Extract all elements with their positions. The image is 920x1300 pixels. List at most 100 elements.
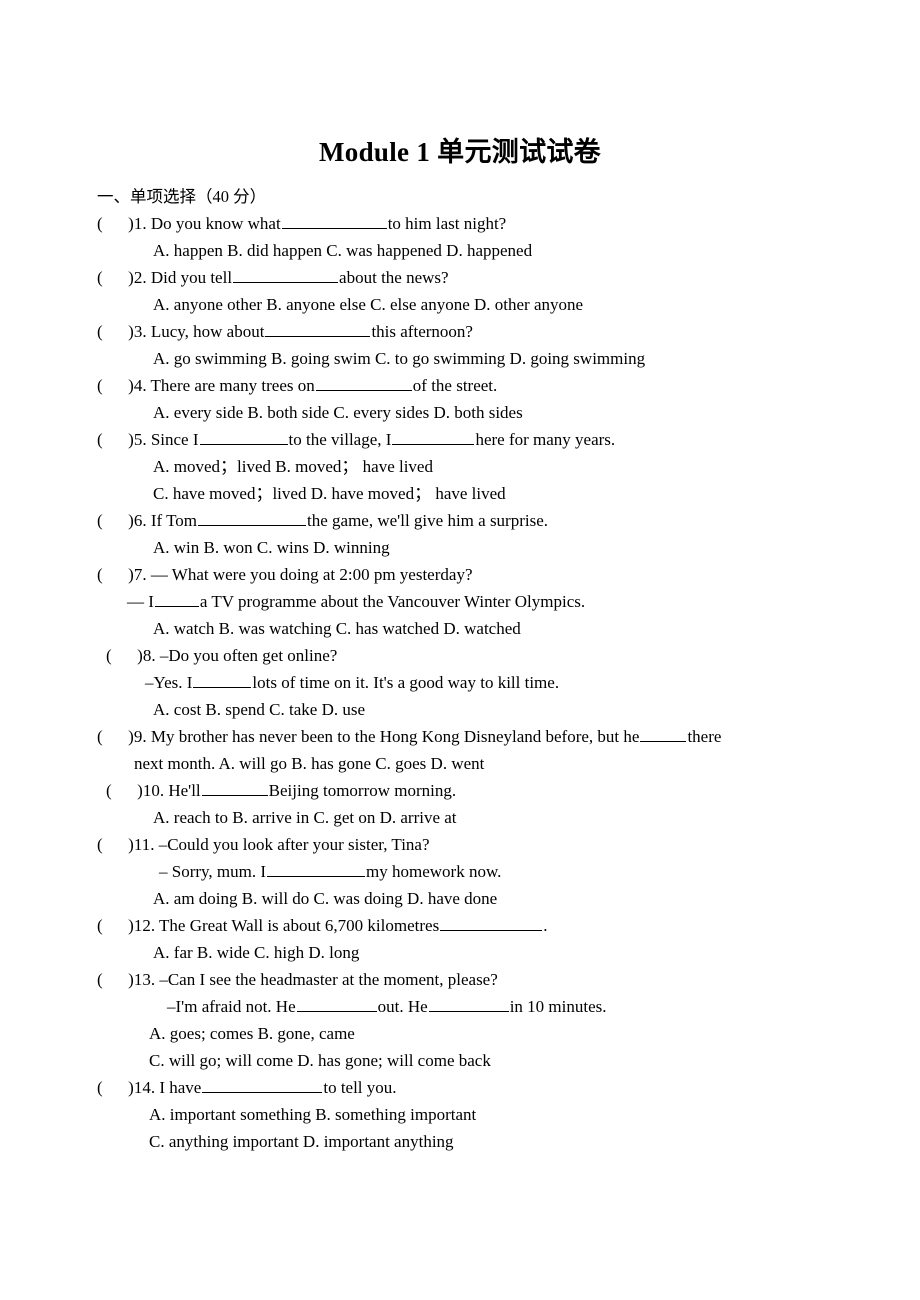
question-item: ( )8. –Do you often get online? –Yes. I lo… <box>97 642 857 723</box>
answer-bracket[interactable]: ( ) <box>97 561 134 588</box>
option-line[interactable]: A. watch B. was watching C. has watched … <box>97 615 857 642</box>
answer-bracket[interactable]: ( ) <box>97 264 134 291</box>
section-heading: 一、单项选择（40 分） <box>97 187 267 206</box>
option-line[interactable]: next month. A. will go B. has gone C. go… <box>97 750 857 777</box>
question-item: ( )10. He'll Beijing tomorrow morning. A. … <box>97 777 857 831</box>
question-stem: ( )5. Since I to the village, I here for m… <box>97 426 857 453</box>
question-stem: ( )1. Do you know what to him last night? <box>97 210 857 237</box>
question-item: ( )11. –Could you look after your sister… <box>97 831 857 912</box>
question-stem: ( )10. He'll Beijing tomorrow morning. <box>97 777 857 804</box>
answer-blank[interactable] <box>315 374 412 391</box>
answer-bracket[interactable]: ( ) <box>97 210 134 237</box>
answer-blank[interactable] <box>154 590 199 607</box>
answer-blank[interactable] <box>392 428 475 445</box>
answer-bracket[interactable]: ( ) <box>106 642 143 669</box>
question-item: ( )7. — What were you doing at 2:00 pm y… <box>97 561 857 642</box>
question-stem: ( )7. — What were you doing at 2:00 pm y… <box>97 561 857 588</box>
answer-bracket[interactable]: ( ) <box>97 372 134 399</box>
option-line[interactable]: A. cost B. spend C. take D. use <box>97 696 857 723</box>
option-line[interactable]: A. important something B. something impo… <box>97 1101 857 1128</box>
option-line[interactable]: A. far B. wide C. high D. long <box>97 939 857 966</box>
stem-text: 13. –Can I see the headmaster at the mom… <box>133 970 498 989</box>
stem-text: this afternoon? <box>371 322 473 341</box>
option-line[interactable]: C. will go; will come D. has gone; will … <box>97 1047 857 1074</box>
stem-text: about the news? <box>339 268 449 287</box>
answer-blank[interactable] <box>265 320 371 337</box>
option-line[interactable]: A. am doing B. will do C. was doing D. h… <box>97 885 857 912</box>
answer-blank[interactable] <box>193 671 252 688</box>
answer-bracket[interactable]: ( ) <box>97 723 134 750</box>
stem-text: 2. Did you tell <box>133 268 233 287</box>
question-item: ( )1. Do you know what to him last night?… <box>97 210 857 264</box>
question-item: ( )14. I have to tell you. A. important so… <box>97 1074 857 1155</box>
answer-bracket[interactable]: ( ) <box>106 777 143 804</box>
reply-text: my homework now. <box>366 862 502 881</box>
answer-bracket[interactable]: ( ) <box>97 426 134 453</box>
question-item: ( )5. Since I to the village, I here for m… <box>97 426 857 507</box>
option-line[interactable]: A. reach to B. arrive in C. get on D. ar… <box>97 804 857 831</box>
answer-bracket[interactable]: ( ) <box>97 1074 134 1101</box>
answer-blank[interactable] <box>296 995 377 1012</box>
exam-page: Module 1 单元测试试卷 一、单项选择（40 分） ( )1. Do yo… <box>0 0 920 1300</box>
question-stem: ( )12. The Great Wall is about 6,700 kil… <box>97 912 857 939</box>
option-line[interactable]: A. every side B. both side C. every side… <box>97 399 857 426</box>
stem-text: to the village, I <box>288 430 392 449</box>
answer-blank[interactable] <box>202 1076 323 1093</box>
question-reply-line: — I a TV programme about the Vancouver Wi… <box>97 588 857 615</box>
answer-blank[interactable] <box>267 860 366 877</box>
answer-bracket[interactable]: ( ) <box>97 318 134 345</box>
answer-blank[interactable] <box>440 914 543 931</box>
answer-blank[interactable] <box>640 725 687 742</box>
question-item: ( )4. There are many trees on of the stre… <box>97 372 857 426</box>
option-line[interactable]: A. anyone other B. anyone else C. else a… <box>97 291 857 318</box>
question-item: ( )3. Lucy, how about this afternoon? A. g… <box>97 318 857 372</box>
option-line[interactable]: C. have moved；lived D. have moved； have … <box>97 480 857 507</box>
reply-text: — I <box>127 592 154 611</box>
answer-blank[interactable] <box>281 212 387 229</box>
answer-bracket[interactable]: ( ) <box>97 507 134 534</box>
question-stem: ( )8. –Do you often get online? <box>97 642 857 669</box>
stem-text: here for many years. <box>475 430 616 449</box>
reply-text: a TV programme about the Vancouver Winte… <box>199 592 586 611</box>
question-item: ( )12. The Great Wall is about 6,700 kil… <box>97 912 857 966</box>
stem-text: Beijing tomorrow morning. <box>268 781 457 800</box>
stem-text: to tell you. <box>323 1078 397 1097</box>
page-title: Module 1 单元测试试卷 <box>318 137 601 167</box>
stem-text: the game, we'll give him a surprise. <box>307 511 549 530</box>
stem-text: 14. I have <box>133 1078 202 1097</box>
answer-blank[interactable] <box>233 266 339 283</box>
reply-text: –I'm afraid not. He <box>167 997 296 1016</box>
stem-text: there <box>687 727 722 746</box>
option-line[interactable]: A. happen B. did happen C. was happened … <box>97 237 857 264</box>
question-item: ( )9. My brother has never been to the H… <box>97 723 857 777</box>
reply-text: – Sorry, mum. I <box>159 862 267 881</box>
stem-text: 7. — What were you doing at 2:00 pm yest… <box>133 565 473 584</box>
question-stem: ( )6. If Tom the game, we'll give him a s… <box>97 507 857 534</box>
answer-blank[interactable] <box>199 428 288 445</box>
stem-text: . <box>543 916 548 935</box>
reply-text: lots of time on it. It's a good way to k… <box>252 673 560 692</box>
option-line[interactable]: A. win B. won C. wins D. winning <box>97 534 857 561</box>
option-line[interactable]: A. moved；lived B. moved； have lived <box>97 453 857 480</box>
question-stem: ( )14. I have to tell you. <box>97 1074 857 1101</box>
answer-bracket[interactable]: ( ) <box>97 912 134 939</box>
stem-text: of the street. <box>412 376 498 395</box>
question-reply-line: –Yes. I lots of time on it. It's a good w… <box>97 669 857 696</box>
answer-blank[interactable] <box>201 779 268 796</box>
question-reply-line: –I'm afraid not. He out. He in 10 minutes. <box>97 993 857 1020</box>
option-line[interactable]: A. go swimming B. going swim C. to go sw… <box>97 345 857 372</box>
answer-blank[interactable] <box>198 509 307 526</box>
question-list: ( )1. Do you know what to him last night?… <box>97 210 857 1155</box>
question-stem: ( )13. –Can I see the headmaster at the … <box>97 966 857 993</box>
option-line[interactable]: C. anything important D. important anyth… <box>97 1128 857 1155</box>
question-item: ( )13. –Can I see the headmaster at the … <box>97 966 857 1074</box>
answer-blank[interactable] <box>428 995 509 1012</box>
answer-bracket[interactable]: ( ) <box>97 966 134 993</box>
option-line[interactable]: A. goes; comes B. gone, came <box>97 1020 857 1047</box>
question-stem: ( )4. There are many trees on of the stre… <box>97 372 857 399</box>
stem-text: 1. Do you know what <box>133 214 281 233</box>
reply-text: –Yes. I <box>145 673 193 692</box>
stem-text: 8. –Do you often get online? <box>142 646 338 665</box>
exam-body: 一、单项选择（40 分） ( )1. Do you know what to hi… <box>97 183 857 1155</box>
answer-bracket[interactable]: ( ) <box>97 831 134 858</box>
